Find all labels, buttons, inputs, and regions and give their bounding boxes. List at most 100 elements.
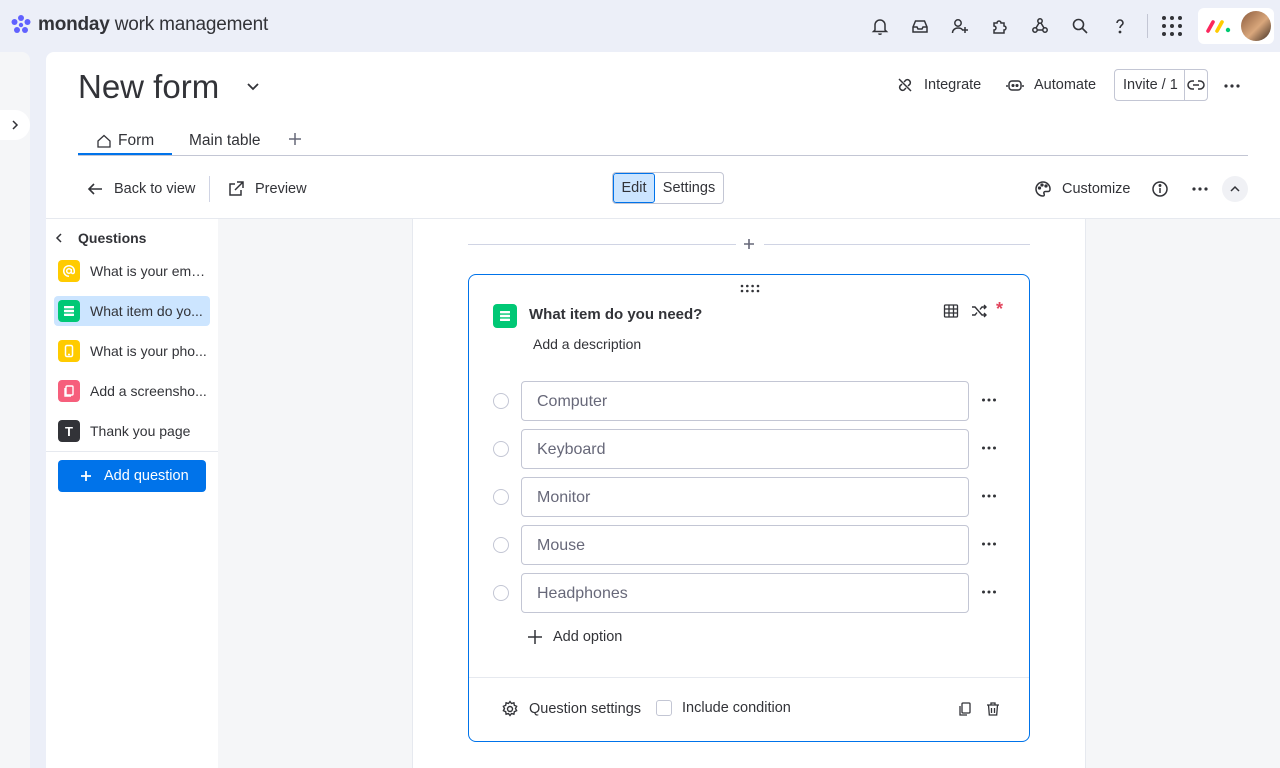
copy-link-button[interactable]: [1184, 70, 1207, 100]
robot-icon: [1006, 80, 1024, 91]
top-bar: monday work management: [0, 0, 1280, 52]
table-layout-icon[interactable]: [943, 303, 959, 319]
settings-tab-button[interactable]: Settings: [655, 173, 723, 203]
edit-tab-button[interactable]: Edit: [613, 173, 655, 203]
question-description[interactable]: Add a description: [533, 336, 641, 352]
preview-button[interactable]: Preview: [227, 179, 307, 199]
insert-divider-right: [764, 244, 1030, 245]
home-icon: [97, 134, 111, 148]
link-icon: [1187, 80, 1205, 90]
tab-form-label: Form: [118, 132, 155, 149]
question-title[interactable]: What item do you need?: [529, 306, 702, 323]
plug-icon: [898, 78, 912, 92]
option-more-icon[interactable]: [981, 488, 997, 504]
sidebar-divider: [46, 451, 218, 452]
list-icon: [493, 304, 517, 328]
question-card[interactable]: What item do you need? Add a description…: [468, 274, 1030, 742]
toolbar-more-icon[interactable]: [1190, 179, 1220, 199]
edit-settings-toggle: Edit Settings: [612, 172, 724, 204]
option-radio: [493, 393, 509, 409]
help-icon[interactable]: [1110, 16, 1130, 36]
avatar[interactable]: [1241, 11, 1271, 41]
add-question-button[interactable]: Add question: [58, 460, 206, 492]
expand-sidebar-button[interactable]: [0, 110, 30, 140]
add-option-button[interactable]: Add option: [527, 629, 622, 645]
main-panel: New form Integrate Automate Invite / 1 F…: [46, 52, 1280, 768]
file-icon: [58, 380, 80, 402]
integrations-icon[interactable]: [1030, 16, 1050, 36]
invite-user-icon[interactable]: [950, 16, 970, 36]
option-more-icon[interactable]: [981, 536, 997, 552]
option-input[interactable]: Headphones: [521, 573, 969, 613]
integrate-button[interactable]: Integrate: [896, 74, 981, 96]
automate-button[interactable]: Automate: [1006, 74, 1096, 96]
chevron-down-icon[interactable]: [246, 82, 260, 92]
inbox-icon[interactable]: [910, 16, 930, 36]
gear-icon: [502, 700, 518, 717]
chevron-left-icon: [55, 233, 62, 243]
sidebar-item-screenshot[interactable]: Add a screensho...: [54, 376, 210, 406]
option-more-icon[interactable]: [981, 584, 997, 600]
sidebar-item-label: What is your ema...: [90, 263, 210, 279]
chevron-right-icon: [12, 120, 19, 130]
drag-handle-icon[interactable]: [740, 284, 760, 294]
option-more-icon[interactable]: [981, 392, 997, 408]
palette-icon: [1035, 181, 1051, 197]
duplicate-icon[interactable]: [957, 701, 973, 717]
automate-label: Automate: [1034, 77, 1097, 93]
question-settings-label: Question settings: [529, 701, 642, 717]
option-radio: [493, 585, 509, 601]
insert-question-icon[interactable]: [743, 238, 755, 250]
customize-button[interactable]: Customize: [1034, 179, 1131, 199]
external-link-icon: [229, 181, 244, 196]
back-to-view-button[interactable]: Back to view: [86, 179, 195, 199]
option-radio: [493, 489, 509, 505]
list-icon: [58, 300, 80, 322]
apps-puzzle-icon[interactable]: [990, 16, 1010, 36]
sidebar-item-email[interactable]: What is your ema...: [54, 256, 210, 286]
delete-icon[interactable]: [985, 701, 1001, 717]
include-condition-label: Include condition: [682, 700, 791, 716]
option-input[interactable]: Mouse: [521, 525, 969, 565]
invite-label: Invite / 1: [1123, 77, 1178, 93]
preview-label: Preview: [255, 181, 307, 197]
sidebar-item-thank-you[interactable]: T Thank you page: [54, 416, 210, 446]
option-radio: [493, 441, 509, 457]
questions-heading[interactable]: Questions: [54, 227, 146, 249]
tab-form[interactable]: Form: [96, 130, 154, 152]
toolbar-divider: [209, 176, 210, 202]
option-input[interactable]: Keyboard: [521, 429, 969, 469]
tab-main-table[interactable]: Main table: [189, 130, 261, 152]
card-footer-divider: [469, 677, 1029, 678]
required-indicator[interactable]: *: [996, 299, 1003, 320]
add-question-label: Add question: [104, 468, 189, 484]
search-icon[interactable]: [1070, 16, 1090, 36]
page-title[interactable]: New form: [78, 68, 219, 106]
arrow-left-icon: [87, 183, 102, 195]
invite-button[interactable]: Invite / 1: [1114, 69, 1208, 101]
product-name: monday work management: [38, 14, 269, 35]
question-settings-button[interactable]: Question settings: [501, 700, 641, 718]
more-options-icon[interactable]: [1222, 76, 1242, 96]
sidebar-item-phone[interactable]: What is your pho...: [54, 336, 210, 366]
option-more-icon[interactable]: [981, 440, 997, 456]
insert-divider-left: [468, 244, 736, 245]
monday-logo[interactable]: monday work management: [10, 14, 268, 36]
plus-icon: [528, 630, 542, 644]
bell-icon[interactable]: [870, 16, 890, 36]
include-condition-checkbox[interactable]: [656, 700, 672, 716]
questions-heading-label: Questions: [78, 230, 147, 246]
app-grid-icon[interactable]: [1161, 15, 1183, 37]
monday-dots-icon: [11, 15, 31, 33]
shuffle-icon[interactable]: [971, 303, 987, 319]
topbar-divider: [1147, 14, 1148, 38]
active-tab-indicator: [78, 153, 172, 155]
integrate-label: Integrate: [924, 77, 982, 93]
add-view-icon[interactable]: [288, 132, 302, 146]
collapse-header-button[interactable]: [1222, 176, 1248, 202]
option-input[interactable]: Monitor: [521, 477, 969, 517]
info-icon[interactable]: [1151, 179, 1179, 199]
sidebar-item-item-needed[interactable]: What item do yo...: [54, 296, 210, 326]
include-condition-toggle[interactable]: Include condition: [656, 700, 791, 716]
option-input[interactable]: Computer: [521, 381, 969, 421]
